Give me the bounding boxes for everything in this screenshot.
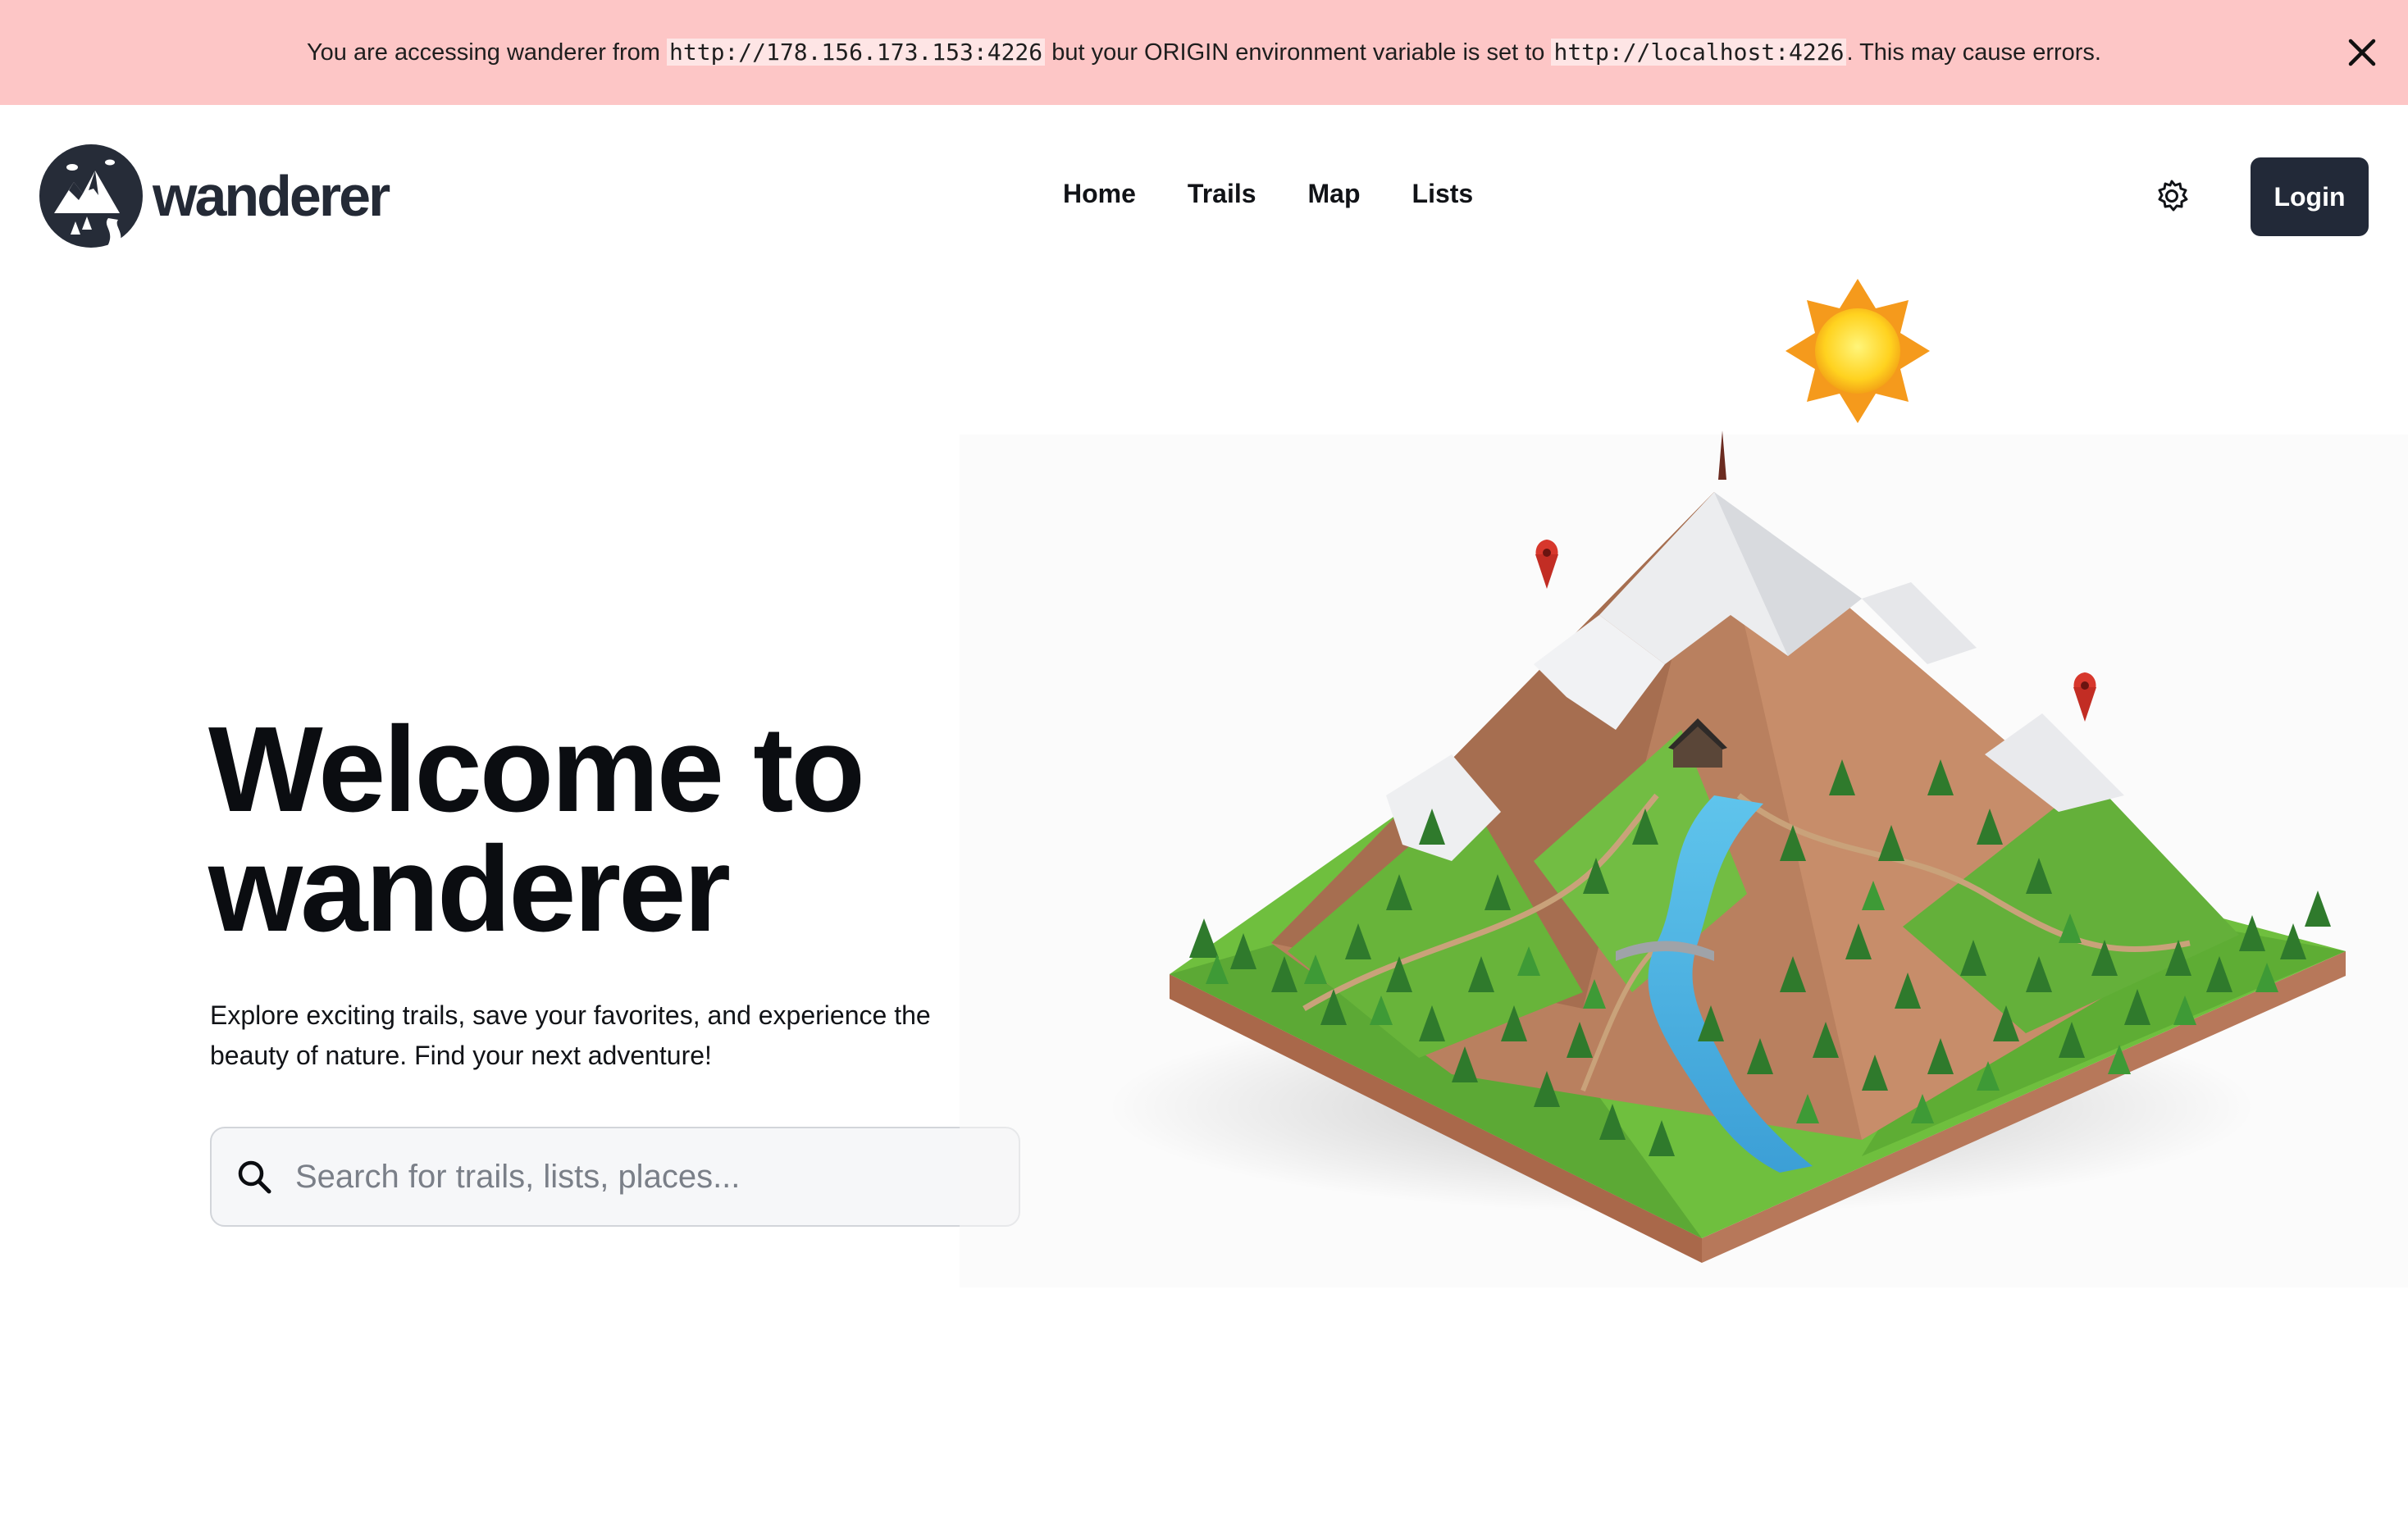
gear-icon[interactable] — [2154, 178, 2190, 214]
main-nav: Home Trails Map Lists — [1063, 179, 1473, 209]
origin-url: http://localhost:4226 — [1551, 39, 1847, 66]
banner-suffix: . This may cause errors. — [1846, 39, 2101, 66]
hero-title-line2: wanderer — [208, 822, 731, 957]
banner-middle: but your ORIGIN environment variable is … — [1045, 39, 1552, 66]
search-icon — [238, 1160, 271, 1194]
nav-home[interactable]: Home — [1063, 179, 1136, 209]
nav-map[interactable]: Map — [1308, 179, 1361, 209]
banner-prefix: You are accessing wanderer from — [307, 39, 667, 66]
logo-mark-icon — [39, 144, 143, 248]
accessed-url: http://178.156.173.153:4226 — [667, 39, 1046, 66]
search-box[interactable] — [210, 1127, 1020, 1227]
hero-title: Welcome to wanderer — [208, 702, 865, 957]
nav-trails[interactable]: Trails — [1188, 179, 1256, 209]
origin-warning-banner: You are accessing wanderer from http://1… — [0, 0, 2408, 105]
search-input[interactable] — [294, 1157, 999, 1196]
site-header: wanderer Home Trails Map Lists Login — [0, 105, 2408, 289]
banner-message: You are accessing wanderer from http://1… — [307, 39, 2101, 66]
sun — [1785, 279, 1930, 423]
logo[interactable]: wanderer — [38, 143, 390, 249]
logo-text: wanderer — [153, 164, 390, 228]
hero-subtitle: Explore exciting trails, save your favor… — [210, 1000, 931, 1070]
nav-lists[interactable]: Lists — [1412, 179, 1474, 209]
low-poly-mountain-illustration — [960, 279, 2408, 1287]
hero-title-line1: Welcome to — [208, 702, 865, 837]
close-icon[interactable] — [2344, 34, 2380, 71]
login-button[interactable]: Login — [2251, 157, 2369, 236]
